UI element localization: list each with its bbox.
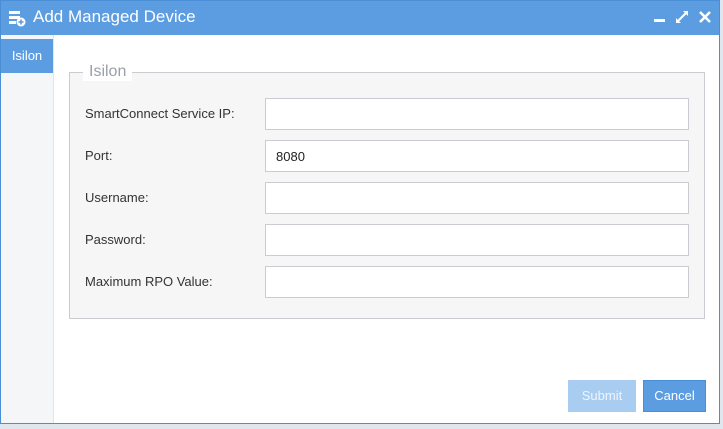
smartconnect-ip-label: SmartConnect Service IP: [85, 106, 235, 121]
username-input[interactable] [265, 182, 689, 214]
port-label: Port: [85, 148, 113, 163]
maximize-icon[interactable] [674, 9, 690, 25]
max-rpo-label: Maximum RPO Value: [85, 274, 213, 289]
smartconnect-ip-input[interactable] [265, 98, 689, 130]
password-input[interactable] [265, 224, 689, 256]
port-input[interactable] [265, 140, 689, 172]
submit-button[interactable]: Submit [568, 380, 636, 412]
add-device-icon [9, 11, 26, 27]
add-managed-device-dialog: Add Managed Device Isilon Isilon SmartCo… [0, 0, 720, 424]
title-bar[interactable]: Add Managed Device [1, 1, 719, 35]
fieldset-legend: Isilon [83, 63, 133, 81]
dialog-title: Add Managed Device [33, 7, 196, 26]
username-label: Username: [85, 190, 149, 205]
cancel-button[interactable]: Cancel [643, 380, 706, 412]
sidebar: Isilon [1, 35, 54, 423]
sidebar-tab-isilon[interactable]: Isilon [1, 39, 53, 73]
max-rpo-input[interactable] [265, 266, 689, 298]
close-icon[interactable] [697, 9, 713, 25]
password-label: Password: [85, 232, 146, 247]
minimize-icon[interactable] [652, 9, 668, 25]
